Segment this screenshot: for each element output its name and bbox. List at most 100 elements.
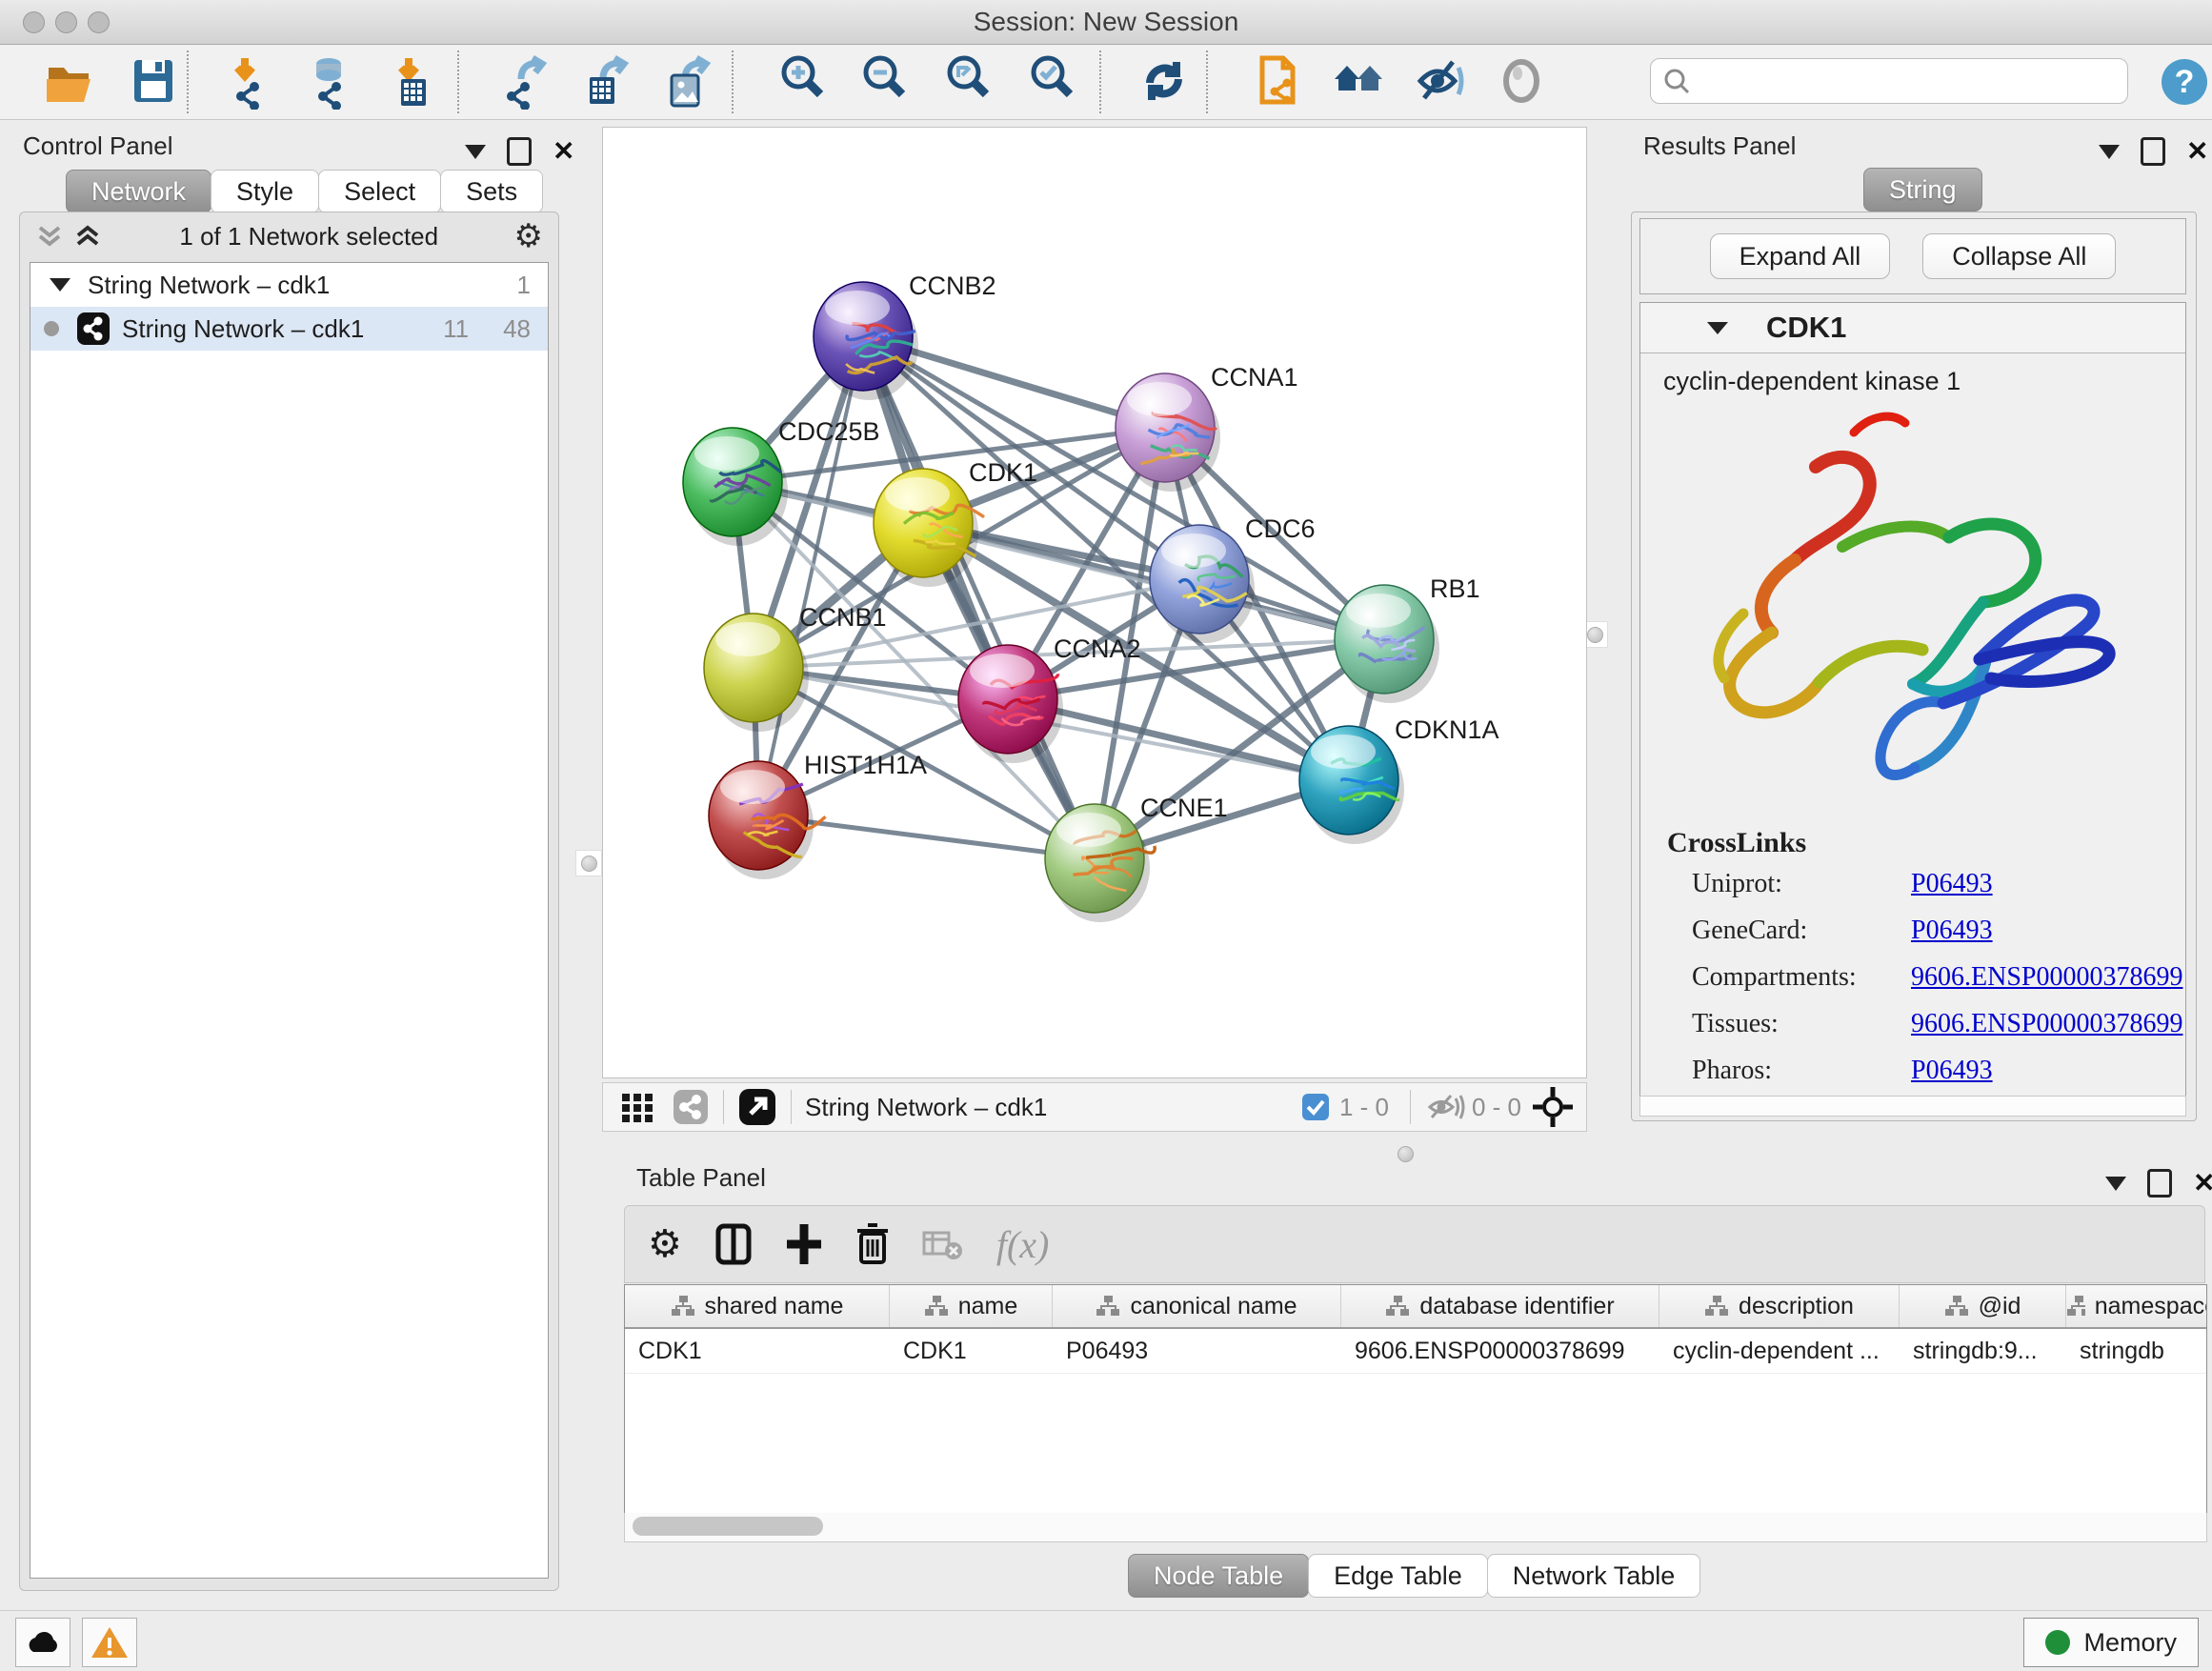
tab-node-table[interactable]: Node Table xyxy=(1128,1554,1309,1598)
cloud-status-button[interactable] xyxy=(15,1618,70,1667)
tab-network[interactable]: Network xyxy=(66,170,211,213)
add-column-icon[interactable] xyxy=(785,1222,823,1266)
node-CDC6[interactable]: CDC6 xyxy=(1150,514,1316,643)
zoom-window-icon[interactable] xyxy=(88,11,110,33)
fit-content-crosshair-icon[interactable] xyxy=(1531,1085,1575,1129)
import-table-icon xyxy=(388,54,441,110)
hide-unhide-button[interactable] xyxy=(1412,52,1471,111)
node-CCNA1[interactable]: CCNA1 xyxy=(1116,363,1298,492)
results-scrollbar[interactable] xyxy=(1639,1096,2186,1117)
open-in-window-icon[interactable] xyxy=(737,1087,777,1127)
zoom-out-button[interactable] xyxy=(859,52,918,111)
left-splitter-handle[interactable] xyxy=(575,850,602,876)
close-panel-icon[interactable]: ✕ xyxy=(553,140,574,163)
tab-style[interactable]: Style xyxy=(211,170,319,213)
memory-status-dot-icon xyxy=(2045,1630,2070,1655)
delete-column-trash-icon[interactable] xyxy=(855,1222,890,1266)
tab-string[interactable]: String xyxy=(1863,168,1982,211)
collapse-results-icon[interactable] xyxy=(2099,145,2120,159)
export-image-button[interactable] xyxy=(659,52,718,111)
node-CCNE1[interactable]: CCNE1 xyxy=(1045,794,1228,922)
refresh-button[interactable] xyxy=(1136,52,1195,111)
memory-button[interactable]: Memory xyxy=(2023,1618,2199,1667)
tab-select[interactable]: Select xyxy=(318,170,441,213)
column-header-canonicalname[interactable]: canonical name xyxy=(1053,1285,1341,1327)
zoom-in-button[interactable] xyxy=(777,52,836,111)
birds-eye-view-icon[interactable] xyxy=(672,1088,710,1126)
import-database-button[interactable] xyxy=(301,52,360,111)
help-button[interactable]: ? xyxy=(2155,52,2212,111)
grid-view-icon[interactable] xyxy=(618,1088,656,1126)
table-settings-gear-icon[interactable]: ⚙ xyxy=(648,1222,682,1266)
home-button[interactable] xyxy=(1330,52,1389,111)
column-header-name[interactable]: name xyxy=(890,1285,1053,1327)
float-table-icon[interactable] xyxy=(2147,1169,2172,1198)
export-table-button[interactable] xyxy=(577,52,636,111)
column-header-sharedname[interactable]: shared name xyxy=(625,1285,890,1327)
column-header-databaseidentifier[interactable]: database identifier xyxy=(1341,1285,1659,1327)
crosslink-value-link[interactable]: P06493 xyxy=(1911,916,1993,946)
scrollbar-thumb[interactable] xyxy=(633,1517,823,1536)
tab-sets[interactable]: Sets xyxy=(440,170,543,213)
node-CDC25B[interactable]: CDC25B xyxy=(683,417,880,546)
selected-checkbox-icon[interactable] xyxy=(1301,1093,1330,1121)
column-header-description[interactable]: description xyxy=(1659,1285,1900,1327)
node-RB1[interactable]: RB1 xyxy=(1335,574,1480,703)
edge-CCNB2-CCNE1[interactable] xyxy=(863,336,1095,858)
warning-status-button[interactable] xyxy=(82,1618,137,1667)
node-CDK1[interactable]: CDK1 xyxy=(874,458,1037,587)
collapse-table-icon[interactable] xyxy=(2105,1177,2126,1191)
network-collection-row[interactable]: String Network – cdk1 1 xyxy=(30,263,548,307)
column-header-namespace[interactable]: namespace xyxy=(2066,1285,2207,1327)
crosslink-value-link[interactable]: P06493 xyxy=(1911,1056,1993,1086)
collapse-panel-icon[interactable] xyxy=(465,145,486,159)
column-header-id[interactable]: @id xyxy=(1900,1285,2066,1327)
expand-all-button[interactable]: Expand All xyxy=(1710,233,1891,279)
node-HIST1H1A[interactable]: HIST1H1A xyxy=(709,751,927,879)
collection-expand-icon[interactable] xyxy=(50,278,70,292)
minimize-window-icon[interactable] xyxy=(55,11,77,33)
network-row[interactable]: String Network – cdk1 11 48 xyxy=(30,307,548,351)
import-table-button[interactable] xyxy=(385,52,444,111)
node-CCNB2[interactable]: CCNB2 xyxy=(814,272,996,400)
node-label-CCNE1: CCNE1 xyxy=(1140,794,1228,822)
save-session-button[interactable] xyxy=(124,52,183,111)
show-columns-icon[interactable] xyxy=(714,1222,753,1266)
table-horizontal-scrollbar[interactable] xyxy=(624,1513,2207,1542)
collapse-all-networks-icon[interactable] xyxy=(33,222,66,251)
close-results-icon[interactable]: ✕ xyxy=(2186,140,2208,163)
float-results-icon[interactable] xyxy=(2141,137,2165,166)
open-session-button[interactable] xyxy=(40,52,99,111)
table-row[interactable]: CDK1CDK1P064939606.ENSP00000378699cyclin… xyxy=(625,1329,2206,1374)
node-CDKN1A[interactable]: CDKN1A xyxy=(1299,715,1499,844)
close-window-icon[interactable] xyxy=(23,11,45,33)
zoom-fit-button[interactable] xyxy=(943,52,1002,111)
close-table-icon[interactable]: ✕ xyxy=(2193,1172,2212,1195)
node-label-CCNB1: CCNB1 xyxy=(799,603,887,632)
network-options-gear-icon[interactable]: ⚙ xyxy=(514,217,543,255)
show-all-button[interactable] xyxy=(1494,52,1553,111)
table-cell: CDK1 xyxy=(625,1329,890,1373)
crosslink-value-link[interactable]: 9606.ENSP00000378699 xyxy=(1911,962,2182,993)
network-canvas[interactable]: CCNB2CCNA1CDC25BCDK1CDC6RB1CCNB1CCNA2CDK… xyxy=(602,127,1587,1078)
import-network-button[interactable] xyxy=(221,52,280,111)
node-label-CCNB2: CCNB2 xyxy=(909,272,996,300)
tab-network-table[interactable]: Network Table xyxy=(1487,1554,1701,1598)
crosslink-value-link[interactable]: 9606.ENSP00000378699 xyxy=(1911,1009,2182,1039)
node-label-CCNA1: CCNA1 xyxy=(1211,363,1298,392)
document-share-button[interactable] xyxy=(1250,52,1309,111)
search-field[interactable] xyxy=(1650,58,2128,104)
selected-node-edge-counts: 1 - 0 xyxy=(1339,1093,1389,1122)
search-input[interactable] xyxy=(1699,66,2127,97)
crosslink-value-link[interactable]: P06493 xyxy=(1911,869,1993,899)
collapse-all-button[interactable]: Collapse All xyxy=(1922,233,2116,279)
tab-edge-table[interactable]: Edge Table xyxy=(1308,1554,1488,1598)
float-panel-icon[interactable] xyxy=(507,137,532,166)
node-table[interactable]: shared name name canonical name database… xyxy=(624,1284,2207,1515)
export-network-button[interactable] xyxy=(495,52,554,111)
expand-all-networks-icon[interactable] xyxy=(71,222,104,251)
edge-CCNB2-HIST1H1A[interactable] xyxy=(758,336,863,815)
gene-collapse-icon[interactable] xyxy=(1707,322,1728,334)
zoom-selected-button[interactable] xyxy=(1027,52,1086,111)
node-CCNB1[interactable]: CCNB1 xyxy=(704,603,887,732)
